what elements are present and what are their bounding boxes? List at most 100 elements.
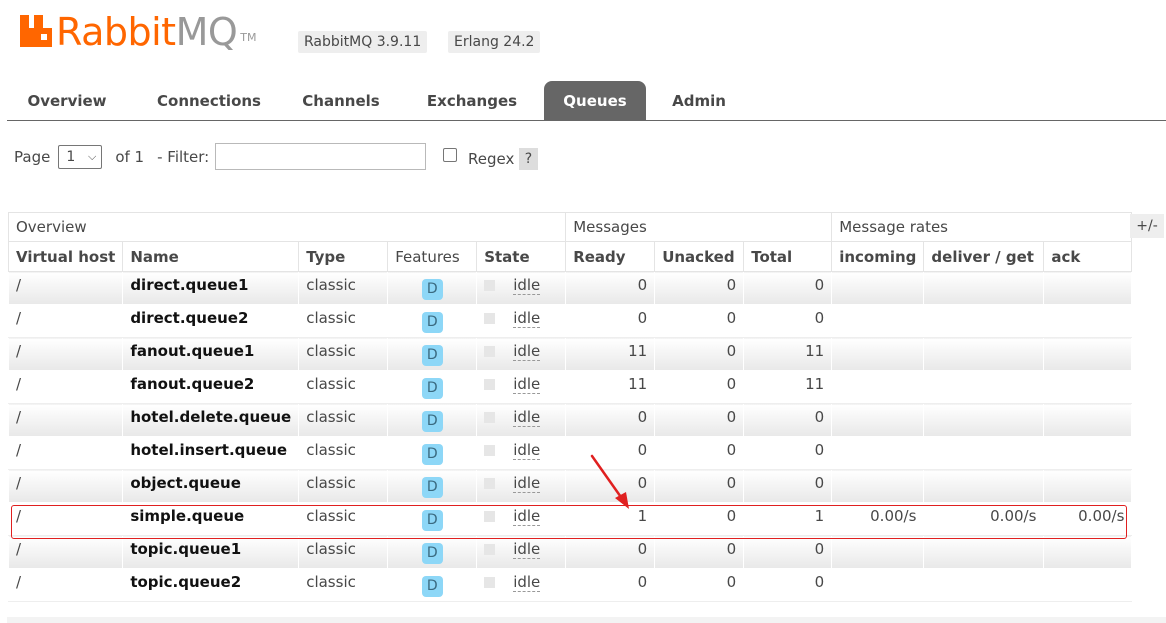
cell-ack-rate bbox=[1043, 535, 1133, 569]
cell-unacked: 0 bbox=[654, 370, 745, 404]
tab-exchanges[interactable]: Exchanges bbox=[412, 81, 532, 120]
column-header-state[interactable]: State bbox=[476, 241, 567, 272]
cell-type: classic bbox=[298, 337, 389, 371]
cell-incoming-rate bbox=[831, 370, 925, 404]
cell-incoming-rate bbox=[831, 469, 925, 503]
cell-queue-name-link[interactable]: topic.queue1 bbox=[122, 535, 300, 569]
cell-ack-rate bbox=[1043, 337, 1133, 371]
regex-help-button[interactable]: ? bbox=[519, 148, 538, 170]
cell-incoming-rate bbox=[831, 403, 925, 437]
cell-deliver-get-rate bbox=[923, 304, 1045, 338]
cell-virtual-host: / bbox=[7, 337, 124, 371]
cell-state: idle bbox=[476, 436, 567, 470]
cell-ready: 0 bbox=[565, 436, 656, 470]
cell-virtual-host: / bbox=[7, 271, 124, 305]
table-row[interactable]: / topic.queue2 classic Didle 0 0 0 bbox=[7, 568, 1133, 602]
cell-queue-name-link[interactable]: direct.queue1 bbox=[122, 271, 300, 305]
tab-queues[interactable]: Queues bbox=[544, 81, 646, 120]
tab-channels[interactable]: Channels bbox=[289, 81, 393, 120]
queues-table: Overview Messages Message rates Virtual … bbox=[7, 212, 1133, 602]
regex-checkbox[interactable] bbox=[443, 148, 457, 162]
table-row[interactable]: / fanout.queue1 classic Didle 11 0 11 bbox=[7, 337, 1133, 371]
cell-virtual-host: / bbox=[7, 403, 124, 437]
cell-deliver-get-rate bbox=[923, 469, 1045, 503]
state-indicator-icon bbox=[484, 412, 496, 423]
cell-ack-rate bbox=[1043, 271, 1133, 305]
cell-deliver-get-rate bbox=[923, 535, 1045, 569]
table-row[interactable]: / direct.queue1 classic Didle 0 0 0 bbox=[7, 271, 1133, 305]
cell-ready: 0 bbox=[565, 469, 656, 503]
cell-state: idle bbox=[476, 469, 567, 503]
cell-queue-name-link[interactable]: direct.queue2 bbox=[122, 304, 300, 338]
cell-ready: 11 bbox=[565, 337, 656, 371]
durable-feature-badge: D bbox=[421, 378, 443, 399]
cell-virtual-host: / bbox=[7, 469, 124, 503]
cell-features: D bbox=[387, 370, 478, 404]
table-row[interactable]: / hotel.insert.queue classic Didle 0 0 0 bbox=[7, 436, 1133, 470]
column-header-unacked[interactable]: Unacked bbox=[654, 241, 745, 272]
durable-feature-badge: D bbox=[421, 543, 443, 564]
rabbitmq-logo-icon bbox=[20, 15, 52, 47]
durable-feature-badge: D bbox=[421, 576, 443, 597]
toggle-columns-button[interactable]: +/- bbox=[1130, 214, 1164, 238]
chevron-down-icon: ⌵ bbox=[87, 150, 97, 163]
column-header-incoming[interactable]: incoming bbox=[831, 241, 925, 272]
cell-queue-name-link[interactable]: object.queue bbox=[122, 469, 300, 503]
column-header-virtual-host[interactable]: Virtual host bbox=[7, 241, 124, 272]
cell-incoming-rate bbox=[831, 337, 925, 371]
tab-overview[interactable]: Overview bbox=[11, 81, 123, 120]
cell-virtual-host: / bbox=[7, 304, 124, 338]
cell-total: 0 bbox=[743, 304, 833, 338]
cell-unacked: 0 bbox=[654, 469, 745, 503]
cell-type: classic bbox=[298, 469, 389, 503]
regex-label: Regex bbox=[468, 150, 515, 168]
table-row[interactable]: / hotel.delete.queue classic Didle 0 0 0 bbox=[7, 403, 1133, 437]
state-indicator-icon bbox=[484, 544, 496, 555]
state-indicator-icon bbox=[484, 379, 496, 390]
state-indicator-icon bbox=[484, 478, 496, 489]
tab-admin[interactable]: Admin bbox=[659, 81, 739, 120]
state-indicator-icon bbox=[484, 280, 496, 291]
cell-unacked: 0 bbox=[654, 568, 745, 602]
cell-queue-name-link[interactable]: fanout.queue1 bbox=[122, 337, 300, 371]
cell-total: 0 bbox=[743, 436, 833, 470]
state-text: idle bbox=[513, 342, 541, 361]
cell-queue-name-link[interactable]: fanout.queue2 bbox=[122, 370, 300, 404]
column-header-total[interactable]: Total bbox=[743, 241, 833, 272]
page-select-value: 1 bbox=[66, 149, 76, 165]
cell-virtual-host: / bbox=[7, 370, 124, 404]
durable-feature-badge: D bbox=[421, 477, 443, 498]
column-header-deliver-get[interactable]: deliver / get bbox=[923, 241, 1045, 272]
tab-connections[interactable]: Connections bbox=[141, 81, 277, 120]
rabbitmq-logo[interactable]: RabbitMQ TM bbox=[20, 12, 256, 52]
cell-queue-name-link[interactable]: topic.queue2 bbox=[122, 568, 300, 602]
table-row[interactable]: / simple.queue classic Didle 1 0 1 0.00/s 0.00/s… bbox=[7, 502, 1133, 536]
state-indicator-icon bbox=[484, 313, 496, 324]
cell-virtual-host: / bbox=[7, 436, 124, 470]
cell-ack-rate bbox=[1043, 370, 1133, 404]
table-row[interactable]: / fanout.queue2 classic Didle 11 0 11 bbox=[7, 370, 1133, 404]
column-header-type[interactable]: Type bbox=[298, 241, 389, 272]
table-row[interactable]: / object.queue classic Didle 0 0 0 bbox=[7, 469, 1133, 503]
cell-features: D bbox=[387, 403, 478, 437]
cell-type: classic bbox=[298, 304, 389, 338]
table-row[interactable]: / direct.queue2 classic Didle 0 0 0 bbox=[7, 304, 1133, 338]
cell-total: 11 bbox=[743, 370, 833, 404]
cell-ack-rate bbox=[1043, 436, 1133, 470]
cell-queue-name-link[interactable]: hotel.insert.queue bbox=[122, 436, 300, 470]
cell-ready: 0 bbox=[565, 535, 656, 569]
cell-type: classic bbox=[298, 403, 389, 437]
cell-incoming-rate bbox=[831, 271, 925, 305]
column-header-ready[interactable]: Ready bbox=[565, 241, 656, 272]
cell-queue-name-link[interactable]: hotel.delete.queue bbox=[122, 403, 300, 437]
column-header-name[interactable]: Name bbox=[122, 241, 300, 272]
state-indicator-icon bbox=[484, 511, 496, 522]
column-header-ack[interactable]: ack bbox=[1043, 241, 1133, 272]
durable-feature-badge: D bbox=[421, 444, 443, 465]
cell-deliver-get-rate bbox=[923, 337, 1045, 371]
table-row[interactable]: / topic.queue1 classic Didle 0 0 0 bbox=[7, 535, 1133, 569]
filter-input[interactable] bbox=[215, 143, 426, 170]
cell-incoming-rate bbox=[831, 568, 925, 602]
page-select[interactable]: 1 ⌵ bbox=[58, 145, 103, 169]
cell-queue-name-link[interactable]: simple.queue bbox=[122, 502, 300, 536]
